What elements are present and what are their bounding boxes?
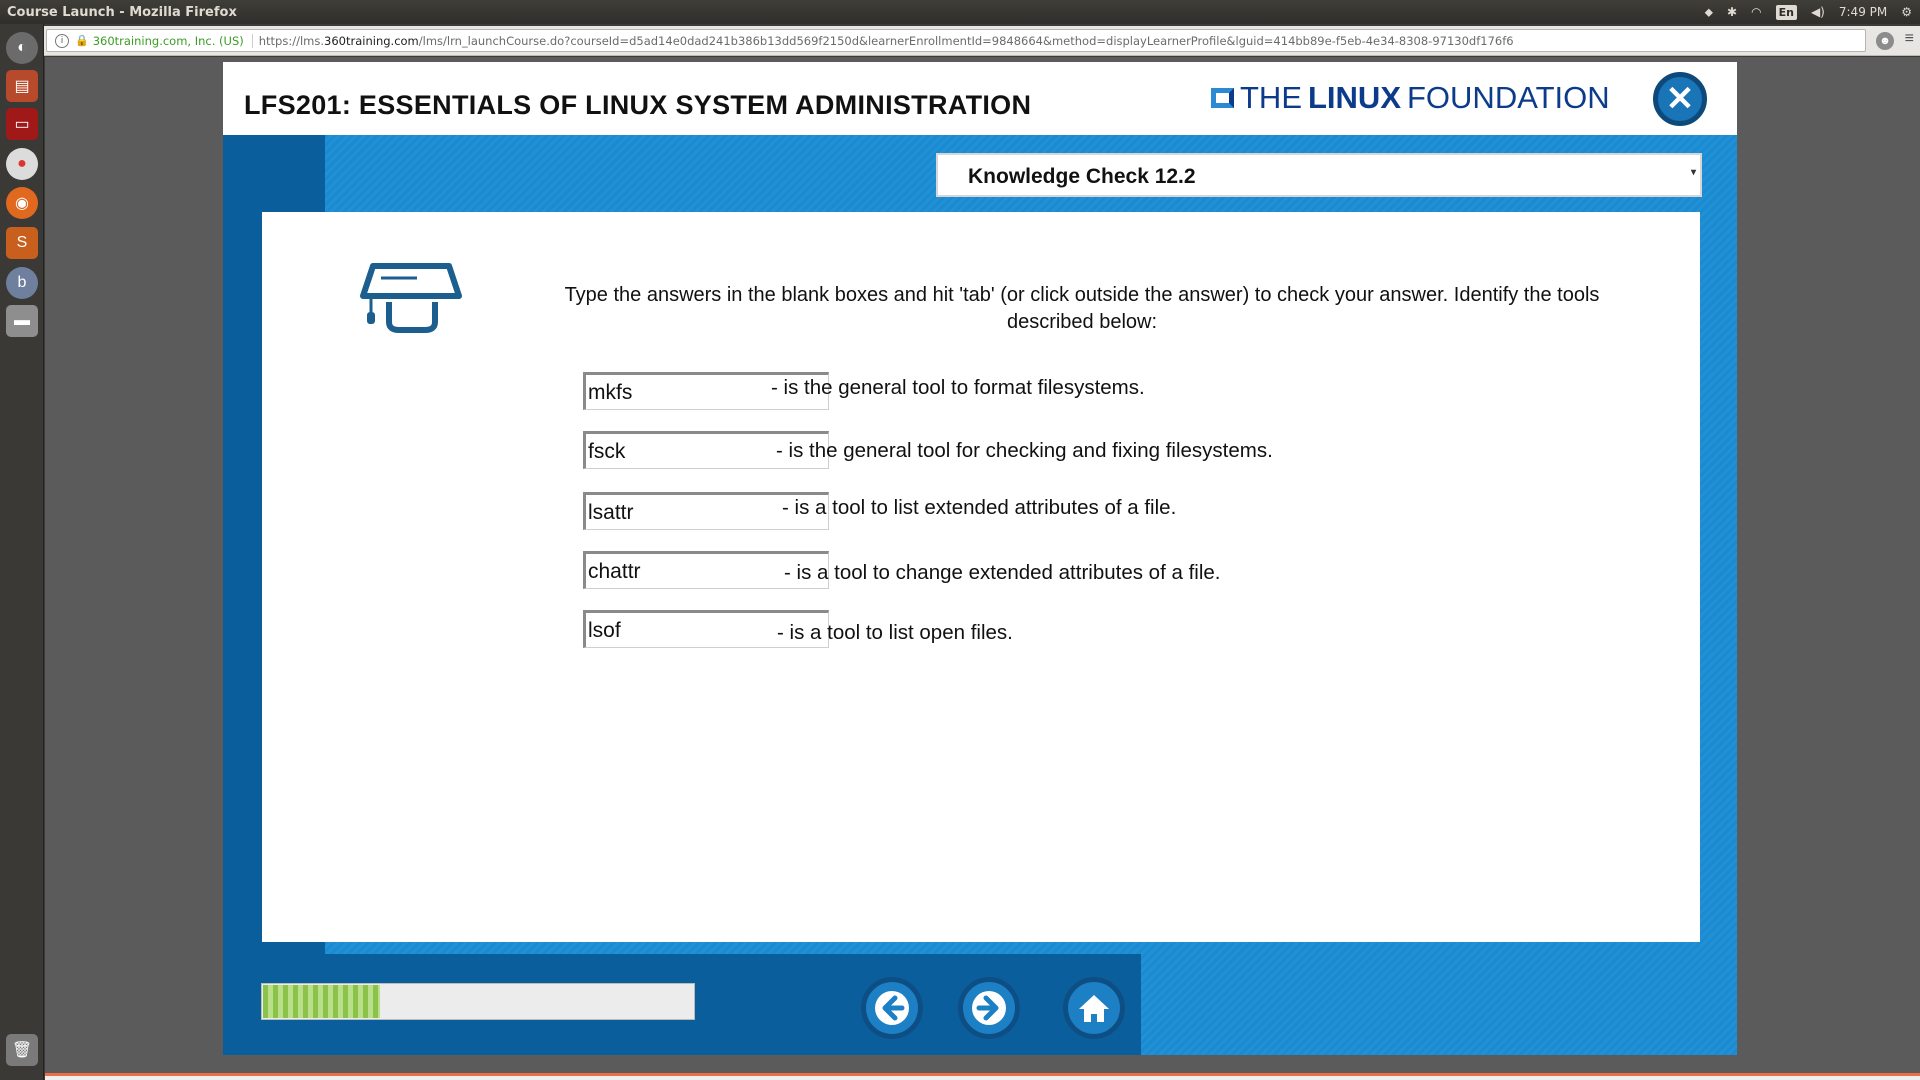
- dash-home-icon[interactable]: ◐: [6, 32, 38, 64]
- description-3: - is a tool to list extended attributes …: [782, 496, 1177, 519]
- description-2: - is the general tool for checking and f…: [776, 439, 1273, 462]
- sublime-text-icon[interactable]: S: [6, 227, 38, 259]
- launcher-sidebar: ◐ ▤ ▭ ● ◉ S b ▬ 🗑: [0, 24, 44, 1080]
- page-info-icon[interactable]: i: [55, 33, 69, 48]
- description-5: - is a tool to list open files.: [777, 621, 1013, 644]
- firefox-browser-icon[interactable]: ◉: [6, 187, 38, 219]
- trash-icon[interactable]: 🗑: [6, 1034, 38, 1066]
- description-4: - is a tool to change extended attribute…: [784, 561, 1221, 584]
- course-title: LFS201: ESSENTIALS OF LINUX SYSTEM ADMIN…: [244, 90, 1032, 120]
- close-course-button[interactable]: ✕: [1653, 72, 1707, 126]
- logo-linux: LINUX: [1308, 80, 1401, 115]
- drive-icon[interactable]: ▬: [6, 305, 38, 337]
- clock[interactable]: 7:49 PM: [1839, 5, 1887, 19]
- logo-foundation: FOUNDATION: [1407, 80, 1610, 115]
- app-b-icon[interactable]: b: [6, 267, 38, 299]
- home-button[interactable]: [1063, 977, 1125, 1039]
- course-progress-fill: [263, 985, 380, 1018]
- back-arrow-icon: [875, 991, 909, 1025]
- logo-square-icon: [1211, 88, 1234, 108]
- files-app-icon[interactable]: ▤: [6, 70, 38, 102]
- url-separator: [251, 33, 253, 48]
- url-prefix: https://lms.: [258, 33, 325, 48]
- instructions-text: Type the answers in the blank boxes and …: [564, 284, 1600, 333]
- url-bar[interactable]: i 🔒 360training.com, Inc. (US) https://l…: [46, 29, 1866, 52]
- forward-arrow-icon: [972, 991, 1006, 1025]
- url-domain: 360training.com: [324, 33, 419, 48]
- url-path: /lms/lrn_launchCourse.do?courseId=d5ad14…: [418, 33, 1514, 48]
- extension-icon[interactable]: ☻: [1876, 32, 1894, 50]
- home-icon: [1079, 995, 1109, 1022]
- knowledge-check-select[interactable]: Knowledge Check 12.2 ▾: [936, 153, 1702, 197]
- logo-the: THE: [1240, 80, 1302, 115]
- browser-toolbar: i 🔒 360training.com, Inc. (US) https://l…: [44, 26, 1920, 56]
- window-title: Course Launch - Mozilla Firefox: [7, 4, 237, 20]
- course-header: LFS201: ESSENTIALS OF LINUX SYSTEM ADMIN…: [223, 62, 1737, 135]
- course-progress-bar: [261, 983, 695, 1020]
- chrome-browser-icon[interactable]: ●: [6, 148, 38, 180]
- dropdown-caret-icon: ▾: [1690, 167, 1696, 178]
- volume-icon[interactable]: ◀): [1811, 5, 1825, 19]
- presentation-app-icon[interactable]: ▭: [6, 108, 38, 140]
- next-button[interactable]: [958, 977, 1020, 1039]
- graduation-cap-icon: [360, 263, 462, 333]
- knowledge-check-selected: Knowledge Check 12.2: [968, 165, 1196, 188]
- settings-gear-icon[interactable]: ⚙: [1901, 5, 1912, 19]
- system-tray: ⬥ ✱ ◠ En ◀) 7:49 PM ⚙: [1705, 0, 1912, 24]
- bluetooth-icon[interactable]: ✱: [1727, 5, 1737, 19]
- course-player: LFS201: ESSENTIALS OF LINUX SYSTEM ADMIN…: [223, 62, 1737, 1055]
- linux-foundation-logo: THE LINUX FOUNDATION: [1211, 80, 1610, 116]
- wifi-icon[interactable]: ◠: [1751, 5, 1761, 19]
- window-titlebar: Course Launch - Mozilla Firefox ⬥ ✱ ◠ En…: [0, 0, 1920, 24]
- keyboard-layout-indicator[interactable]: En: [1775, 4, 1797, 20]
- page-bottom-strip: [45, 1073, 1920, 1080]
- hamburger-menu-icon[interactable]: ≡: [1905, 30, 1914, 48]
- close-icon: ✕: [1665, 80, 1695, 118]
- back-button[interactable]: [861, 977, 923, 1039]
- site-identity[interactable]: 360training.com, Inc. (US): [93, 34, 244, 48]
- dropbox-icon[interactable]: ⬥: [1705, 5, 1713, 20]
- question-panel: Type the answers in the blank boxes and …: [262, 212, 1700, 942]
- lock-icon[interactable]: 🔒: [75, 34, 89, 47]
- description-1: - is the general tool to format filesyst…: [771, 376, 1145, 399]
